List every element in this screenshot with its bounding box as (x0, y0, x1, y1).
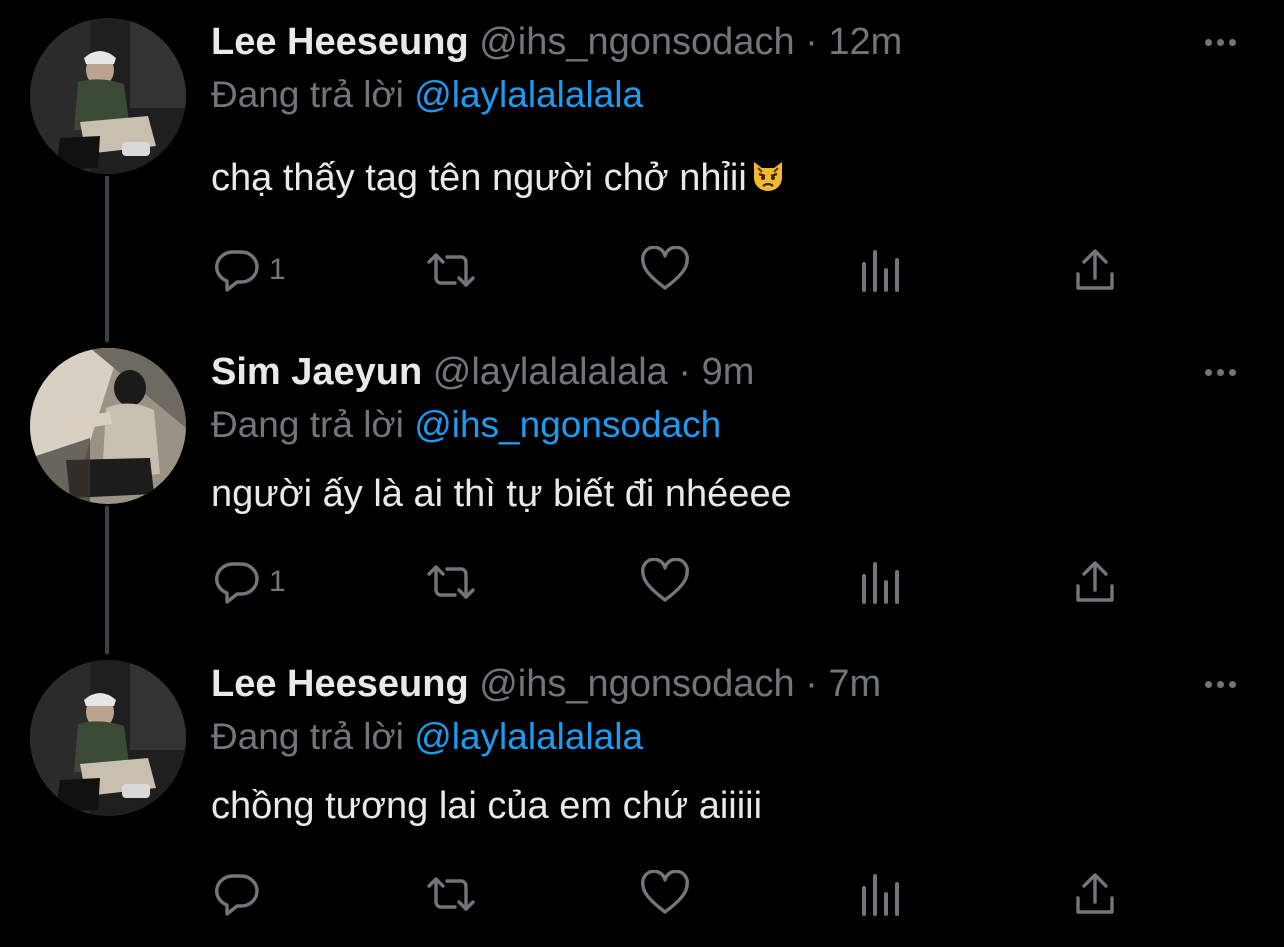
avatar[interactable] (30, 660, 186, 816)
views-button[interactable] (859, 246, 903, 294)
retweet-button[interactable] (423, 558, 479, 606)
share-icon (1076, 249, 1114, 290)
tweet-actions (211, 870, 1131, 918)
reply-context: Đang trả lời @ihs_ngonsodach (211, 402, 721, 448)
tweet[interactable]: Sim Jaeyun @laylalalalala · 9m Đang trả … (0, 348, 1284, 648)
separator-dot: · (805, 21, 818, 63)
tweet-text: chạ thấy tag tên người chở nhỉii (211, 154, 787, 206)
user-handle[interactable]: @ihs_ngonsodach (479, 21, 794, 63)
reply-button[interactable]: 1 (213, 558, 286, 606)
bar-chart-icon (862, 562, 899, 604)
more-options-button[interactable] (1198, 32, 1242, 52)
retweet-icon (427, 565, 475, 599)
pouting-cat-emoji (749, 156, 787, 206)
mention-link[interactable]: @laylalalalala (414, 716, 643, 757)
avatar[interactable] (30, 18, 186, 174)
reply-context: Đang trả lời @laylalalalala (211, 714, 643, 760)
tweet[interactable]: Lee Heeseung @ihs_ngonsodach · 12m Đang … (0, 18, 1284, 318)
share-button[interactable] (1073, 558, 1117, 606)
views-button[interactable] (859, 870, 903, 918)
tweet-header: Sim Jaeyun @laylalalalala · 9m (211, 348, 754, 396)
tweet-text-content: chạ thấy tag tên người chở nhỉii (211, 157, 747, 199)
tweet-header: Lee Heeseung @ihs_ngonsodach · 7m (211, 660, 881, 708)
retweet-button[interactable] (423, 246, 479, 294)
display-name[interactable]: Sim Jaeyun (211, 351, 422, 393)
speech-bubble-icon (215, 250, 259, 292)
like-button[interactable] (639, 558, 691, 606)
reply-prefix: Đang trả lời (211, 404, 404, 445)
reply-count: 1 (269, 253, 286, 286)
separator-dot: · (805, 663, 818, 705)
mention-link[interactable]: @laylalalalala (414, 74, 643, 115)
share-button[interactable] (1073, 870, 1117, 918)
reply-count: 1 (269, 565, 286, 598)
retweet-icon (427, 877, 475, 911)
heart-icon (641, 558, 689, 602)
more-dots-icon (1204, 368, 1212, 376)
user-handle[interactable]: @laylalalalala (433, 351, 668, 393)
display-name[interactable]: Lee Heeseung (211, 663, 469, 705)
reply-prefix: Đang trả lời (211, 74, 404, 115)
reply-button[interactable]: 1 (213, 246, 286, 294)
like-button[interactable] (639, 870, 691, 918)
timestamp[interactable]: 7m (828, 663, 881, 705)
retweet-icon (427, 253, 475, 287)
share-icon (1076, 561, 1114, 602)
speech-bubble-icon (215, 562, 259, 604)
tweet[interactable]: Lee Heeseung @ihs_ngonsodach · 7m Đang t… (0, 660, 1284, 947)
tweet-text-content: người ấy là ai thì tự biết đi nhéeee (211, 473, 792, 515)
separator-dot: · (678, 351, 692, 393)
views-button[interactable] (859, 558, 903, 606)
timestamp[interactable]: 12m (828, 21, 902, 63)
reply-button[interactable] (213, 870, 269, 918)
bar-chart-icon (862, 250, 899, 292)
tweet-header: Lee Heeseung @ihs_ngonsodach · 12m (211, 18, 902, 66)
like-button[interactable] (639, 246, 691, 294)
timestamp[interactable]: 9m (702, 351, 755, 393)
more-dots-icon (1204, 680, 1212, 688)
more-dots-icon (1204, 38, 1212, 46)
tweet-actions: 1 (211, 558, 1131, 606)
share-button[interactable] (1073, 246, 1117, 294)
more-options-button[interactable] (1198, 674, 1242, 694)
tweet-text-content: chồng tương lai của em chứ aiiiii (211, 785, 763, 827)
heart-icon (641, 246, 689, 290)
display-name[interactable]: Lee Heeseung (211, 21, 469, 63)
heart-icon (641, 870, 689, 914)
reply-context: Đang trả lời @laylalalalala (211, 72, 643, 118)
mention-link[interactable]: @ihs_ngonsodach (414, 404, 721, 445)
bar-chart-icon (862, 874, 899, 916)
retweet-button[interactable] (423, 870, 479, 918)
share-icon (1076, 873, 1114, 914)
avatar[interactable] (30, 348, 186, 504)
tweet-actions: 1 (211, 246, 1131, 294)
tweet-text: người ấy là ai thì tự biết đi nhéeee (211, 470, 792, 518)
tweet-text: chồng tương lai của em chứ aiiiii (211, 782, 762, 830)
user-handle[interactable]: @ihs_ngonsodach (479, 663, 794, 705)
speech-bubble-icon (215, 874, 259, 916)
tweet-thread: Lee Heeseung @ihs_ngonsodach · 12m Đang … (0, 0, 1284, 947)
more-options-button[interactable] (1198, 362, 1242, 382)
reply-prefix: Đang trả lời (211, 716, 404, 757)
